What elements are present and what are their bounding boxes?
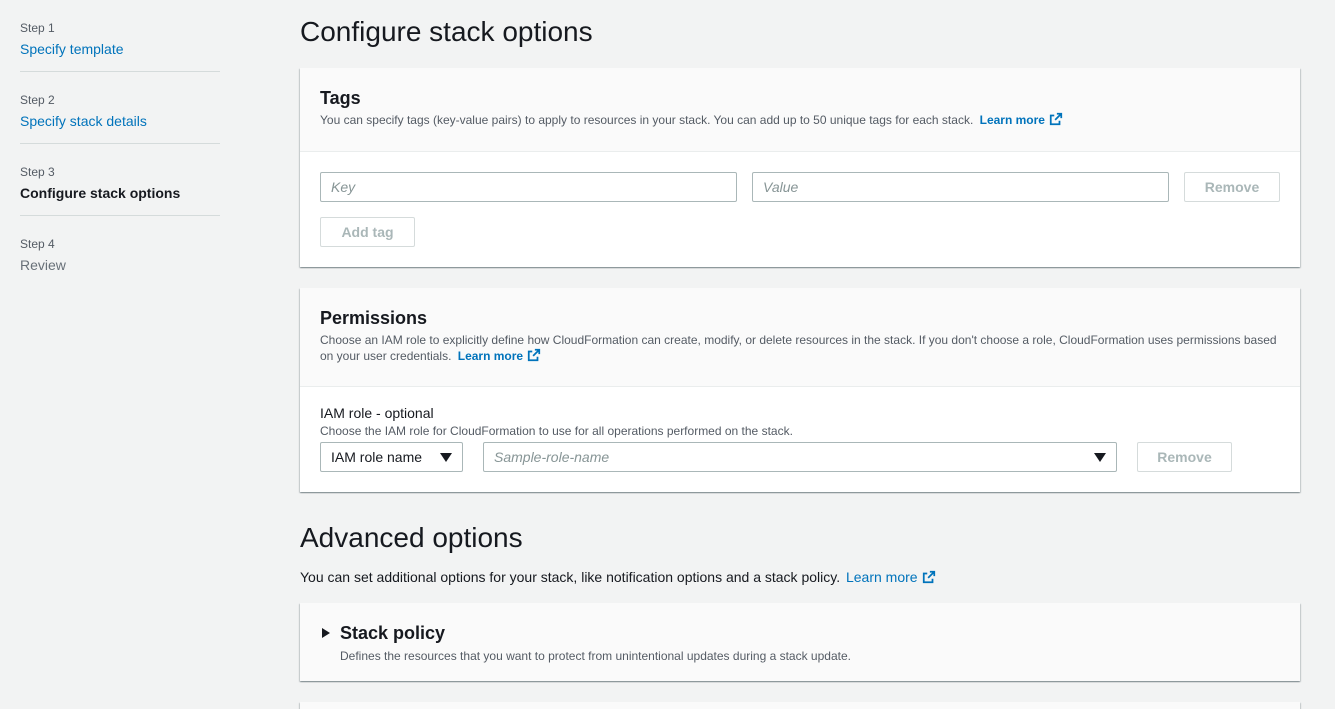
permissions-learn-more-link[interactable]: Learn more	[457, 348, 541, 363]
remove-tag-button[interactable]: Remove	[1184, 172, 1280, 202]
external-link-icon	[527, 348, 541, 362]
learn-more-label: Learn more	[979, 113, 1045, 127]
wizard-steps-nav: Step 1 Specify template Step 2 Specify s…	[20, 0, 220, 288]
stack-policy-title: Stack policy	[340, 623, 446, 643]
advanced-options-description: You can set additional options for your …	[300, 568, 936, 586]
permissions-panel-header: Permissions Choose an IAM role to explic…	[300, 288, 1300, 387]
permissions-description: Choose an IAM role to explicitly define …	[320, 332, 1280, 364]
iam-role-label: IAM role - optional	[320, 405, 434, 421]
iam-role-name-placeholder: Sample-role-name	[494, 449, 610, 465]
tags-panel: Tags You can specify tags (key-value pai…	[300, 68, 1300, 267]
advanced-learn-more-link[interactable]: Learn more	[846, 569, 936, 585]
external-link-icon	[922, 570, 935, 584]
stack-policy-expander[interactable]: Stack policy Defines the resources that …	[300, 603, 1300, 681]
caret-down-icon	[1094, 453, 1106, 462]
step-number: Step 4	[20, 237, 55, 251]
step-link-specify-stack-details[interactable]: Specify stack details	[20, 111, 220, 131]
step-number: Step 2	[20, 93, 55, 107]
add-tag-button[interactable]: Add tag	[320, 217, 415, 247]
step-review-disabled: Review	[20, 257, 66, 273]
permissions-panel: Permissions Choose an IAM role to explic…	[300, 288, 1300, 492]
permissions-title: Permissions	[320, 308, 428, 328]
caret-down-icon	[440, 453, 452, 462]
step-number: Step 3	[20, 165, 55, 179]
tags-panel-header: Tags You can specify tags (key-value pai…	[300, 68, 1300, 152]
iam-role-type-value: IAM role name	[331, 449, 423, 465]
advanced-options-description-text: You can set additional options for your …	[300, 569, 841, 585]
external-link-icon	[1049, 112, 1063, 126]
key-placeholder: Key	[331, 179, 356, 195]
step-link-specify-template[interactable]: Specify template	[20, 39, 220, 59]
advanced-options-title: Advanced options	[300, 522, 523, 553]
step-2: Step 2 Specify stack details	[20, 72, 220, 144]
step-number: Step 1	[20, 21, 55, 35]
iam-role-name-select[interactable]: Sample-role-name	[483, 442, 1117, 472]
iam-role-description: Choose the IAM role for CloudFormation t…	[320, 424, 793, 438]
learn-more-label: Learn more	[845, 569, 918, 585]
iam-role-type-select[interactable]: IAM role name	[320, 442, 463, 472]
stack-policy-description: Defines the resources that you want to p…	[340, 649, 851, 663]
value-placeholder: Value	[763, 179, 799, 195]
step-4: Step 4 Review	[20, 216, 220, 288]
remove-iam-role-button[interactable]: Remove	[1137, 442, 1232, 472]
learn-more-label: Learn more	[457, 349, 524, 363]
tag-value-input[interactable]: Value	[752, 172, 1169, 202]
step-current-configure-stack-options: Configure stack options	[20, 185, 181, 201]
tags-title: Tags	[320, 88, 361, 108]
page-title: Configure stack options	[300, 16, 593, 47]
tags-description-text: You can specify tags (key-value pairs) t…	[320, 113, 974, 127]
next-advanced-panel	[300, 702, 1300, 709]
tags-learn-more-link[interactable]: Learn more	[979, 112, 1063, 127]
step-3: Step 3 Configure stack options	[20, 144, 220, 216]
step-1: Step 1 Specify template	[20, 0, 220, 72]
tag-key-input[interactable]: Key	[320, 172, 737, 202]
tags-description: You can specify tags (key-value pairs) t…	[320, 112, 1280, 128]
caret-right-icon	[322, 628, 330, 638]
